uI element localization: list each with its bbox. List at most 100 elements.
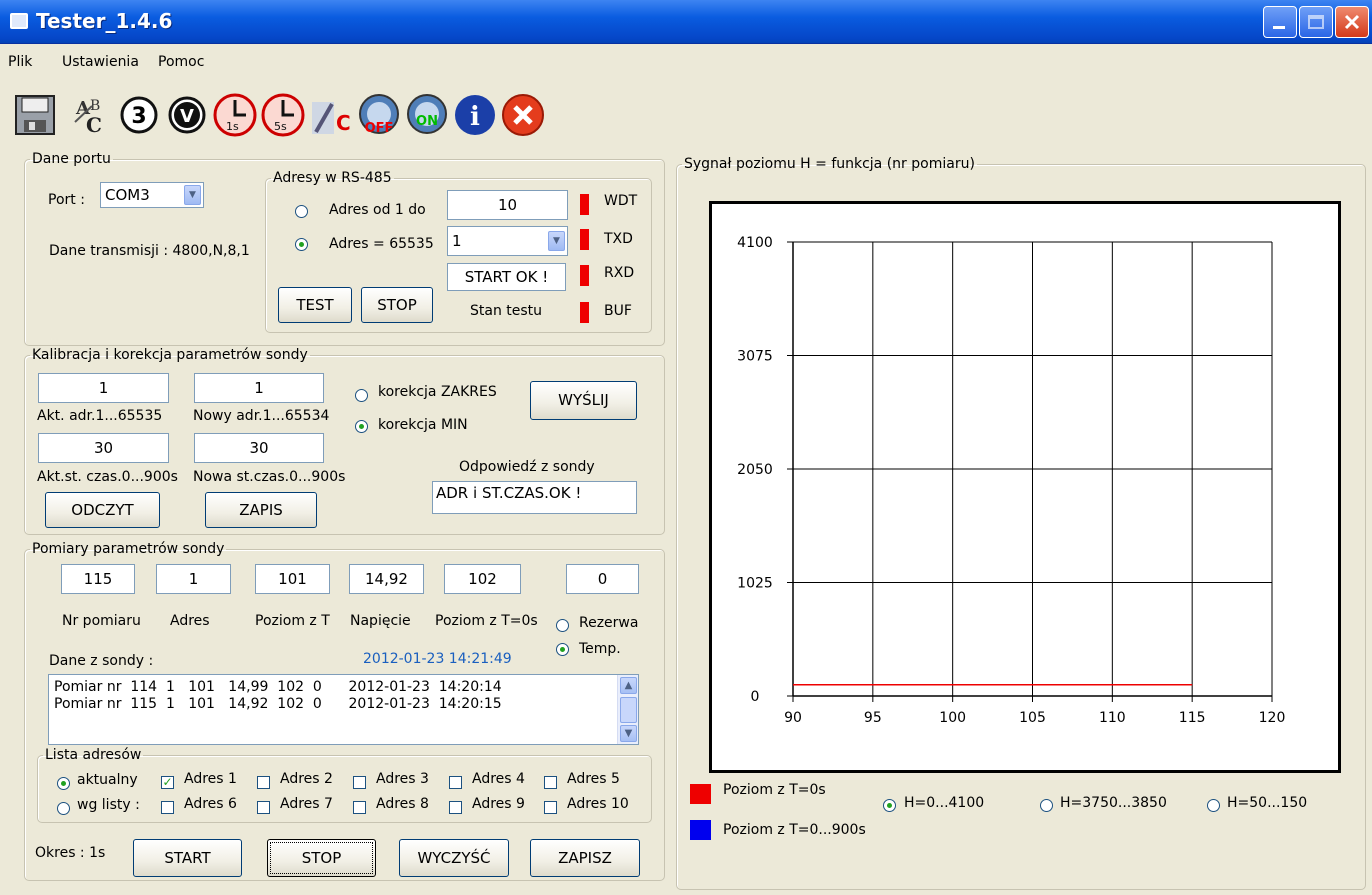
test-button[interactable]: TEST bbox=[278, 287, 352, 323]
gauge-off-icon[interactable]: OFF bbox=[356, 92, 402, 138]
circle-3-icon[interactable]: 3 bbox=[116, 92, 162, 138]
reserve-label: Rezerwa bbox=[579, 615, 639, 631]
clock-5s-icon[interactable]: 5s bbox=[260, 92, 306, 138]
voltage-field: 14,92 bbox=[349, 564, 424, 594]
abc-icon[interactable]: ABC bbox=[70, 92, 116, 138]
range-radio[interactable] bbox=[295, 205, 308, 218]
start-button[interactable]: START bbox=[133, 839, 242, 877]
clear-button[interactable]: WYCZYŚĆ bbox=[399, 839, 509, 877]
led-rxd-label: RXD bbox=[604, 265, 635, 281]
single-address-label: Adres = 65535 bbox=[329, 236, 434, 252]
address-checkbox[interactable] bbox=[544, 801, 557, 814]
range-input[interactable]: 10 bbox=[447, 190, 568, 220]
close-icon[interactable] bbox=[500, 92, 546, 138]
calibration-legend: Kalibracja i korekcja parametrów sondy bbox=[32, 347, 308, 363]
current-time-label: Akt.st. czas.0...900s bbox=[37, 469, 178, 485]
circle-v-icon[interactable]: V bbox=[164, 92, 210, 138]
level-t-field: 101 bbox=[255, 564, 330, 594]
list-radio[interactable] bbox=[57, 802, 70, 815]
temp-radio[interactable] bbox=[556, 643, 569, 656]
correction-min-radio[interactable] bbox=[355, 420, 368, 433]
address-checkbox[interactable]: ✓ bbox=[161, 776, 174, 789]
voltage-label: Napięcie bbox=[350, 613, 411, 629]
range-full-radio[interactable] bbox=[883, 799, 896, 812]
maximize-button[interactable] bbox=[1299, 6, 1333, 38]
address-checkbox[interactable] bbox=[449, 776, 462, 789]
address-checkbox-label: Adres 5 bbox=[567, 771, 620, 787]
clock-1s-icon[interactable]: 1s bbox=[212, 92, 258, 138]
list-radio-label: wg listy : bbox=[77, 797, 140, 813]
x-tick-label: 95 bbox=[864, 710, 882, 726]
address-checkbox[interactable] bbox=[353, 776, 366, 789]
temp-label: Temp. bbox=[579, 641, 621, 657]
led-rxd bbox=[580, 265, 589, 286]
range-high-label: H=3750...3850 bbox=[1060, 795, 1167, 811]
correction-range-radio[interactable] bbox=[355, 389, 368, 402]
close-x-icon bbox=[1344, 14, 1360, 30]
chevron-down-icon[interactable]: ▼ bbox=[184, 185, 201, 205]
address-checkbox[interactable] bbox=[449, 801, 462, 814]
menu-plik[interactable]: Plik bbox=[8, 54, 32, 70]
single-address-combo[interactable]: 1 ▼ bbox=[447, 226, 568, 256]
current-time-input[interactable]: 30 bbox=[38, 433, 169, 463]
write-button[interactable]: ZAPIS bbox=[205, 492, 317, 528]
chevron-down-icon[interactable]: ▼ bbox=[548, 231, 565, 251]
x-tick-label: 100 bbox=[939, 710, 966, 726]
menu-ustawienia[interactable]: Ustawienia bbox=[62, 54, 139, 70]
port-combo[interactable]: COM3 ▼ bbox=[100, 182, 204, 208]
address-checkbox[interactable] bbox=[544, 776, 557, 789]
new-time-input[interactable]: 30 bbox=[194, 433, 324, 463]
level-chart: 90 95 100 105 110 115 120 0 1025 2050 3075 4100 bbox=[737, 235, 1286, 726]
scroll-down-icon[interactable]: ▼ bbox=[620, 725, 637, 742]
close-window-button[interactable] bbox=[1335, 6, 1369, 38]
address-checkbox[interactable] bbox=[257, 801, 270, 814]
address-checkbox[interactable] bbox=[161, 801, 174, 814]
current-address-radio-label: aktualny bbox=[77, 772, 138, 788]
range-low-radio[interactable] bbox=[1207, 799, 1220, 812]
correction-min-label: korekcja MIN bbox=[378, 417, 468, 433]
menu-bar: Plik Ustawienia Pomoc bbox=[0, 44, 1372, 86]
address-checkbox[interactable] bbox=[353, 801, 366, 814]
address-checkbox-label: Adres 8 bbox=[376, 796, 429, 812]
save-icon[interactable] bbox=[12, 92, 58, 138]
correction-range-label: korekcja ZAKRES bbox=[378, 384, 497, 400]
minimize-button[interactable] bbox=[1263, 6, 1297, 38]
current-address-input[interactable]: 1 bbox=[38, 373, 169, 403]
x-tick-label: 90 bbox=[784, 710, 802, 726]
test-status-field: START OK ! bbox=[447, 263, 566, 291]
current-address-label: Akt. adr.1...65535 bbox=[37, 408, 163, 424]
x-tick-label: 120 bbox=[1259, 710, 1286, 726]
port-value: COM3 bbox=[105, 186, 150, 204]
menu-pomoc[interactable]: Pomoc bbox=[158, 54, 204, 70]
single-address-value: 1 bbox=[452, 232, 462, 250]
stop-button[interactable]: STOP bbox=[267, 839, 376, 877]
info-icon[interactable]: i bbox=[452, 92, 498, 138]
transmission-info: Dane transmisji : 4800,N,8,1 bbox=[49, 243, 250, 259]
thermometer-icon[interactable]: C bbox=[308, 92, 354, 138]
range-high-radio[interactable] bbox=[1040, 799, 1053, 812]
probe-data-log[interactable]: Pomiar nr 114 1 101 14,99 102 0 2012-01-… bbox=[48, 674, 639, 745]
log-line: Pomiar nr 115 1 101 14,92 102 0 2012-01-… bbox=[54, 696, 502, 712]
current-datetime: 2012-01-23 14:21:49 bbox=[363, 651, 512, 667]
stop-test-button[interactable]: STOP bbox=[361, 287, 433, 323]
address-checkbox[interactable] bbox=[257, 776, 270, 789]
reserve-radio[interactable] bbox=[556, 619, 569, 632]
window-title: Tester_1.4.6 bbox=[36, 9, 173, 33]
level-t0-field: 102 bbox=[444, 564, 521, 594]
new-address-input[interactable]: 1 bbox=[194, 373, 324, 403]
scroll-thumb[interactable] bbox=[620, 697, 637, 723]
save-button[interactable]: ZAPISZ bbox=[530, 839, 640, 877]
single-address-radio[interactable] bbox=[295, 238, 308, 251]
svg-text:3: 3 bbox=[131, 104, 146, 129]
address-checkbox-label: Adres 2 bbox=[280, 771, 333, 787]
log-scrollbar[interactable]: ▲ ▼ bbox=[617, 675, 638, 744]
scroll-up-icon[interactable]: ▲ bbox=[620, 677, 637, 694]
read-button[interactable]: ODCZYT bbox=[45, 492, 160, 528]
gauge-on-icon[interactable]: ON bbox=[404, 92, 450, 138]
current-address-radio[interactable] bbox=[57, 777, 70, 790]
svg-text:OFF: OFF bbox=[365, 121, 394, 136]
level-t0-label: Poziom z T=0s bbox=[435, 613, 538, 629]
send-button[interactable]: WYŚLIJ bbox=[530, 381, 637, 420]
title-bar[interactable]: Tester_1.4.6 bbox=[0, 0, 1372, 44]
new-time-label: Nowa st.czas.0...900s bbox=[193, 469, 346, 485]
